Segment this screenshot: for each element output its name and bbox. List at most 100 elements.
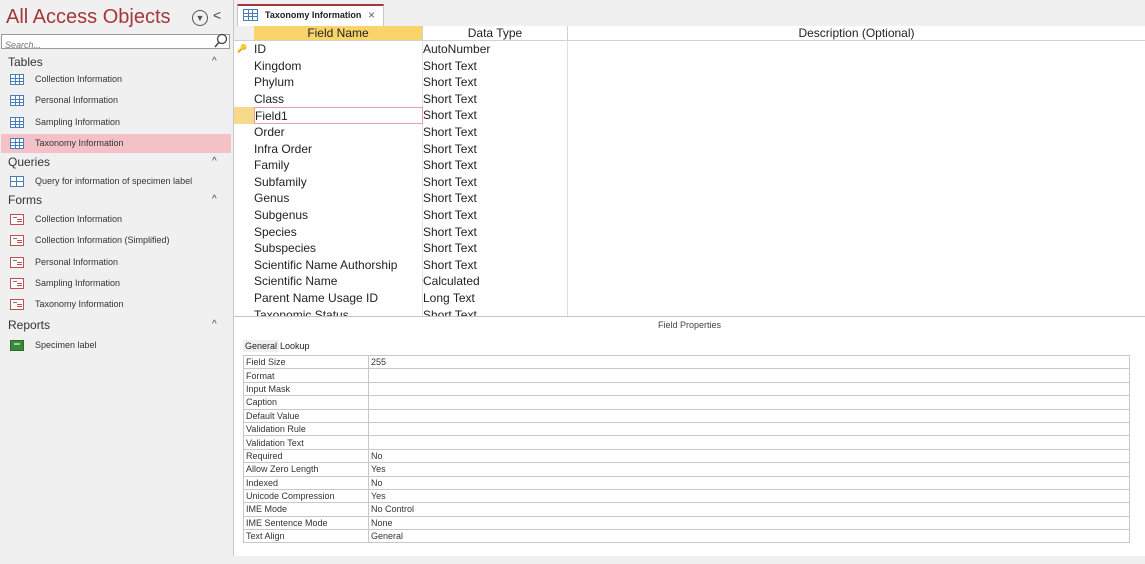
data-type-cell[interactable]: Short Text xyxy=(423,207,568,224)
data-type-cell[interactable]: Short Text xyxy=(423,306,568,316)
property-value[interactable]: Yes xyxy=(368,488,1130,504)
description-cell[interactable] xyxy=(568,207,1145,224)
description-cell[interactable] xyxy=(568,124,1145,141)
description-cell[interactable] xyxy=(568,107,1145,124)
row-selector[interactable] xyxy=(234,157,254,174)
description-cell[interactable] xyxy=(568,141,1145,158)
search-input[interactable] xyxy=(2,38,205,52)
row-selector[interactable] xyxy=(234,107,254,124)
nav-item-taxonomy-information[interactable]: Taxonomy Information xyxy=(1,295,231,314)
field-row[interactable]: Subgenus Short Text xyxy=(234,207,1145,224)
field-row[interactable]: Field1 Short Text xyxy=(234,107,1145,124)
data-type-cell[interactable]: Short Text xyxy=(423,157,568,174)
field-name-cell[interactable]: Class xyxy=(254,90,423,108)
tab-general[interactable]: General xyxy=(243,340,280,352)
nav-item-collection-information-simplified-[interactable]: Collection Information (Simplified) xyxy=(1,231,231,250)
field-row[interactable]: Class Short Text xyxy=(234,90,1145,108)
data-type-cell[interactable]: Short Text xyxy=(423,190,568,207)
row-selector[interactable]: 🔑 xyxy=(234,41,254,58)
nav-pane-menu-icon[interactable]: ▼ xyxy=(192,10,208,26)
row-selector[interactable] xyxy=(234,290,254,307)
tab-taxonomy-information[interactable]: Taxonomy Information × xyxy=(237,4,384,26)
field-name-cell[interactable]: Scientific Name xyxy=(254,273,423,290)
property-value[interactable]: 255 xyxy=(368,354,1130,370)
chevron-up-icon[interactable]: ^ xyxy=(212,319,217,330)
description-cell[interactable] xyxy=(568,224,1145,241)
field-row[interactable]: Parent Name Usage ID Long Text xyxy=(234,290,1145,307)
field-row[interactable]: Kingdom Short Text xyxy=(234,57,1145,75)
property-value[interactable] xyxy=(368,435,1130,450)
chevron-up-icon[interactable]: ^ xyxy=(212,194,217,205)
property-value[interactable]: General xyxy=(368,529,1130,544)
description-cell[interactable] xyxy=(568,91,1145,108)
field-name-cell[interactable]: Infra Order xyxy=(254,140,423,158)
search-icon[interactable] xyxy=(214,33,228,49)
field-name-cell[interactable]: ID xyxy=(254,41,423,58)
nav-item-collection-information[interactable]: Collection Information xyxy=(1,70,231,89)
field-row[interactable]: Subspecies Short Text xyxy=(234,240,1145,257)
row-selector[interactable] xyxy=(234,141,254,158)
nav-item-personal-information[interactable]: Personal Information xyxy=(1,253,231,272)
field-row[interactable]: Scientific Name Calculated xyxy=(234,273,1145,290)
tab-lookup[interactable]: Lookup xyxy=(278,340,312,352)
field-name-cell[interactable]: Parent Name Usage ID xyxy=(254,290,423,307)
data-type-cell[interactable]: Calculated xyxy=(423,273,568,290)
nav-pane-title[interactable]: All Access Objects xyxy=(6,6,171,29)
field-row[interactable]: Family Short Text xyxy=(234,157,1145,174)
field-name-cell[interactable]: Subgenus xyxy=(254,207,423,224)
data-type-cell[interactable]: Short Text xyxy=(423,57,568,75)
field-row[interactable]: Species Short Text xyxy=(234,223,1145,241)
description-cell[interactable] xyxy=(568,190,1145,207)
field-row[interactable]: 🔑 ID AutoNumber xyxy=(234,41,1145,58)
description-cell[interactable] xyxy=(568,157,1145,174)
property-value[interactable] xyxy=(368,381,1130,397)
data-type-cell[interactable]: AutoNumber xyxy=(423,41,568,58)
field-row[interactable]: Taxonomic Status Short Text xyxy=(234,306,1145,316)
data-type-cell[interactable]: Short Text xyxy=(423,74,568,91)
description-cell[interactable] xyxy=(568,257,1145,274)
data-type-header[interactable]: Data Type xyxy=(423,26,568,41)
description-cell[interactable] xyxy=(568,174,1145,191)
field-row[interactable]: Genus Short Text xyxy=(234,190,1145,207)
chevron-up-icon[interactable]: ^ xyxy=(212,56,217,67)
field-name-cell[interactable]: Subspecies xyxy=(254,240,423,257)
property-value[interactable]: None xyxy=(368,515,1130,531)
description-cell[interactable] xyxy=(568,74,1145,91)
data-type-cell[interactable]: Short Text xyxy=(423,124,568,141)
data-type-cell[interactable]: Short Text xyxy=(423,173,568,191)
nav-group-forms[interactable]: Forms ^ xyxy=(0,192,233,209)
nav-item-taxonomy-information[interactable]: Taxonomy Information xyxy=(1,133,231,153)
description-cell[interactable] xyxy=(568,58,1145,75)
data-type-cell[interactable]: Long Text xyxy=(423,290,568,307)
field-name-cell[interactable]: Species xyxy=(254,223,423,241)
data-type-cell[interactable]: Short Text xyxy=(423,240,568,257)
field-name-cell[interactable]: Subfamily xyxy=(254,173,423,191)
nav-group-queries[interactable]: Queries ^ xyxy=(0,154,233,171)
row-selector[interactable] xyxy=(234,224,254,241)
property-value[interactable] xyxy=(368,421,1130,437)
data-type-cell[interactable]: Short Text xyxy=(423,107,568,124)
description-cell[interactable] xyxy=(568,41,1145,58)
property-value[interactable] xyxy=(368,408,1130,423)
property-value[interactable]: Yes xyxy=(368,462,1130,477)
chevron-up-icon[interactable]: ^ xyxy=(212,156,217,167)
description-header[interactable]: Description (Optional) xyxy=(568,26,1145,41)
row-selector[interactable] xyxy=(234,257,254,274)
description-cell[interactable] xyxy=(568,307,1145,316)
row-selector[interactable] xyxy=(234,207,254,224)
field-name-cell[interactable]: Order xyxy=(254,124,423,141)
nav-item-sampling-information[interactable]: Sampling Information xyxy=(1,274,231,293)
property-value[interactable] xyxy=(368,368,1130,383)
row-selector[interactable] xyxy=(234,190,254,207)
description-cell[interactable] xyxy=(568,290,1145,307)
field-row[interactable]: Scientific Name Authorship Short Text xyxy=(234,256,1145,274)
field-name-cell[interactable]: Genus xyxy=(254,190,423,207)
description-cell[interactable] xyxy=(568,273,1145,290)
row-selector[interactable] xyxy=(234,174,254,191)
field-name-cell[interactable]: Family xyxy=(254,157,423,174)
nav-item-personal-information[interactable]: Personal Information xyxy=(1,91,231,110)
nav-search-box[interactable] xyxy=(1,33,230,52)
data-type-cell[interactable]: Short Text xyxy=(423,223,568,241)
field-row[interactable]: Subfamily Short Text xyxy=(234,173,1145,191)
row-selector[interactable] xyxy=(234,91,254,108)
